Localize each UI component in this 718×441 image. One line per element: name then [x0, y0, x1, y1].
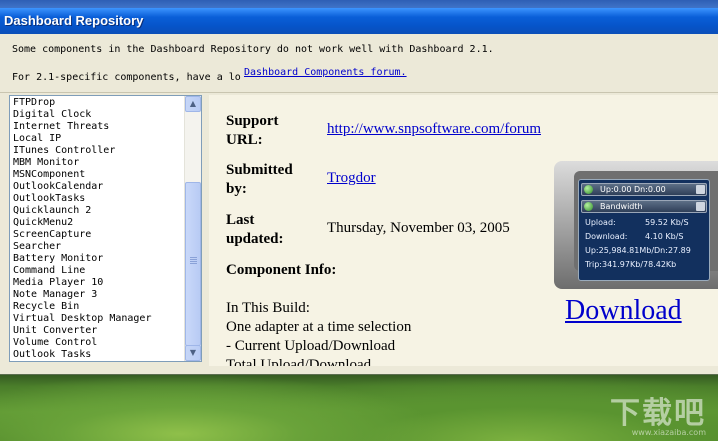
- totals-stat: Up:25,984.81Mb/Dn:27.89: [585, 246, 691, 255]
- widget-preview-image: Up:0.00 Dn:0.00 Bandwidth Upload: 59.52 K…: [554, 161, 718, 289]
- support-url-label: Support URL:: [226, 113, 279, 148]
- list-item[interactable]: OutlookCalendar: [13, 181, 151, 193]
- component-list: FTPDrop Digital Clock Internet Threats L…: [13, 97, 151, 361]
- list-item[interactable]: Digital Clock: [13, 109, 151, 121]
- info-line: One adapter at a time selection: [226, 319, 412, 335]
- network-icon: [584, 185, 593, 194]
- list-item[interactable]: Media Player 10: [13, 277, 151, 289]
- preview-frame: Up:0.00 Dn:0.00 Bandwidth Upload: 59.52 K…: [574, 171, 718, 281]
- list-item[interactable]: ITunes Controller: [13, 145, 151, 157]
- component-info-label: Component Info:: [226, 262, 337, 278]
- list-item[interactable]: Outlook Tasks: [13, 349, 151, 361]
- window-title: Dashboard Repository: [4, 13, 144, 28]
- download-link[interactable]: Download: [565, 295, 682, 327]
- component-listbox[interactable]: FTPDrop Digital Clock Internet Threats L…: [9, 95, 202, 362]
- forum-link[interactable]: Dashboard Components forum.: [244, 67, 407, 78]
- gadget-button: [696, 202, 705, 211]
- last-updated-label: Last updated:: [226, 212, 284, 247]
- list-item[interactable]: MSNComponent: [13, 169, 151, 181]
- list-item[interactable]: ScreenCapture: [13, 229, 151, 241]
- component-info-text: In This Build: One adapter at a time sel…: [226, 299, 411, 366]
- scroll-down-button[interactable]: ▼: [185, 345, 201, 361]
- bandwidth-gadget: Up:0.00 Dn:0.00 Bandwidth Upload: 59.52 K…: [578, 179, 710, 281]
- gadget-row-speed: Up:0.00 Dn:0.00: [581, 183, 707, 196]
- list-item[interactable]: MBM Monitor: [13, 157, 151, 169]
- component-details: Support URL: http://www.snpsoftware.com/f…: [209, 95, 718, 366]
- list-item[interactable]: Virtual Desktop Manager: [13, 313, 151, 325]
- list-item[interactable]: Command Line: [13, 265, 151, 277]
- watermark-text: 下载吧: [610, 396, 706, 431]
- upload-stat: Upload: 59.52 Kb/S: [585, 218, 689, 227]
- list-item[interactable]: Quicklaunch 2: [13, 205, 151, 217]
- download-stat: Download: 4.10 Kb/S: [585, 232, 684, 241]
- dashboard-repository-window: Dashboard Repository Some components in …: [0, 8, 718, 375]
- last-updated-value: Thursday, November 03, 2005: [327, 220, 510, 236]
- info-line: - Current Upload/Download: [226, 338, 396, 354]
- gadget-row-bandwidth: Bandwidth: [581, 200, 707, 213]
- info-line: Total Upload/Download: [226, 357, 372, 366]
- compat-notice: Some components in the Dashboard Reposit…: [12, 44, 494, 55]
- window-titlebar[interactable]: Dashboard Repository: [0, 8, 718, 34]
- list-scrollbar[interactable]: ▲ ▼: [184, 96, 201, 361]
- divider: [0, 92, 718, 93]
- list-item[interactable]: Volume Control: [13, 337, 151, 349]
- info-line: In This Build:: [226, 300, 310, 316]
- trip-stat: Trip:341.97Kb/78.42Kb: [585, 260, 677, 269]
- list-item[interactable]: Searcher: [13, 241, 151, 253]
- list-item[interactable]: Recycle Bin: [13, 301, 151, 313]
- forum-notice-text: For 2.1-specific components, have a lo: [12, 72, 241, 83]
- list-item[interactable]: Note Manager 3: [13, 289, 151, 301]
- gadget-button: [696, 185, 705, 194]
- grip-icon: [190, 257, 197, 265]
- list-item[interactable]: Local IP: [13, 133, 151, 145]
- list-item[interactable]: Internet Threats: [13, 121, 151, 133]
- network-icon: [584, 202, 593, 211]
- watermark: 下载吧 www.xiazaiba.com: [610, 388, 706, 437]
- list-item[interactable]: Battery Monitor: [13, 253, 151, 265]
- list-item[interactable]: FTPDrop: [13, 97, 151, 109]
- submitted-by-label: Submitted by:: [226, 162, 293, 197]
- list-item[interactable]: QuickMenu2: [13, 217, 151, 229]
- author-link[interactable]: Trogdor: [327, 170, 376, 187]
- list-item[interactable]: OutlookTasks: [13, 193, 151, 205]
- forum-notice: For 2.1-specific components, have a lo D…: [12, 67, 407, 83]
- scroll-up-button[interactable]: ▲: [185, 96, 201, 112]
- list-item[interactable]: Unit Converter: [13, 325, 151, 337]
- support-url-link[interactable]: http://www.snpsoftware.com/forum: [327, 121, 541, 138]
- scroll-thumb[interactable]: [185, 182, 201, 346]
